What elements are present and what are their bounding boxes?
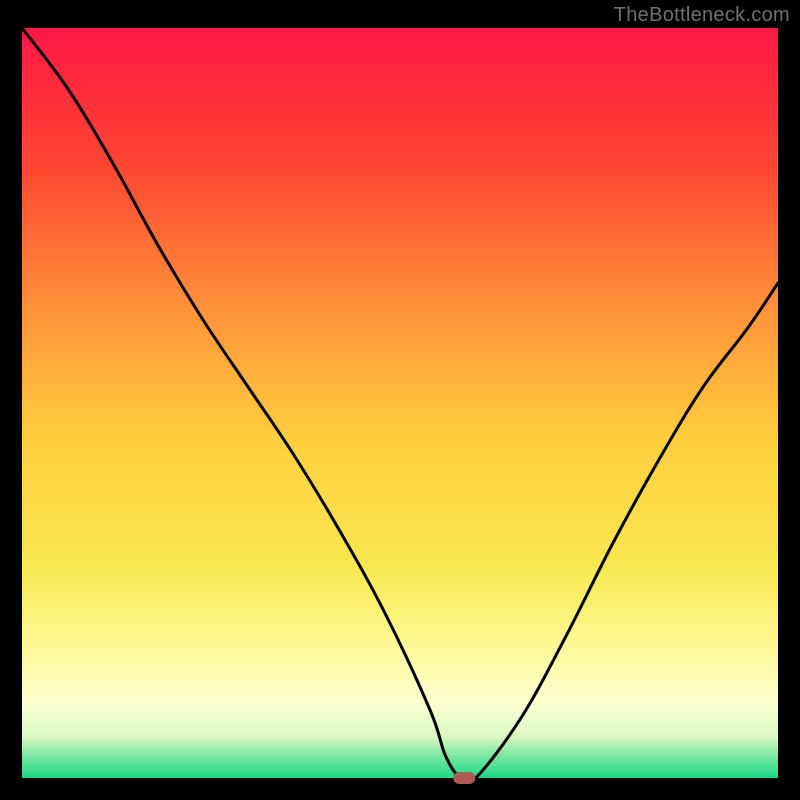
watermark-text: TheBottleneck.com	[614, 4, 790, 27]
optimum-marker	[453, 772, 475, 784]
chart-plot-area	[22, 28, 778, 778]
bottleneck-chart: TheBottleneck.com	[0, 0, 800, 800]
chart-svg	[0, 0, 800, 800]
